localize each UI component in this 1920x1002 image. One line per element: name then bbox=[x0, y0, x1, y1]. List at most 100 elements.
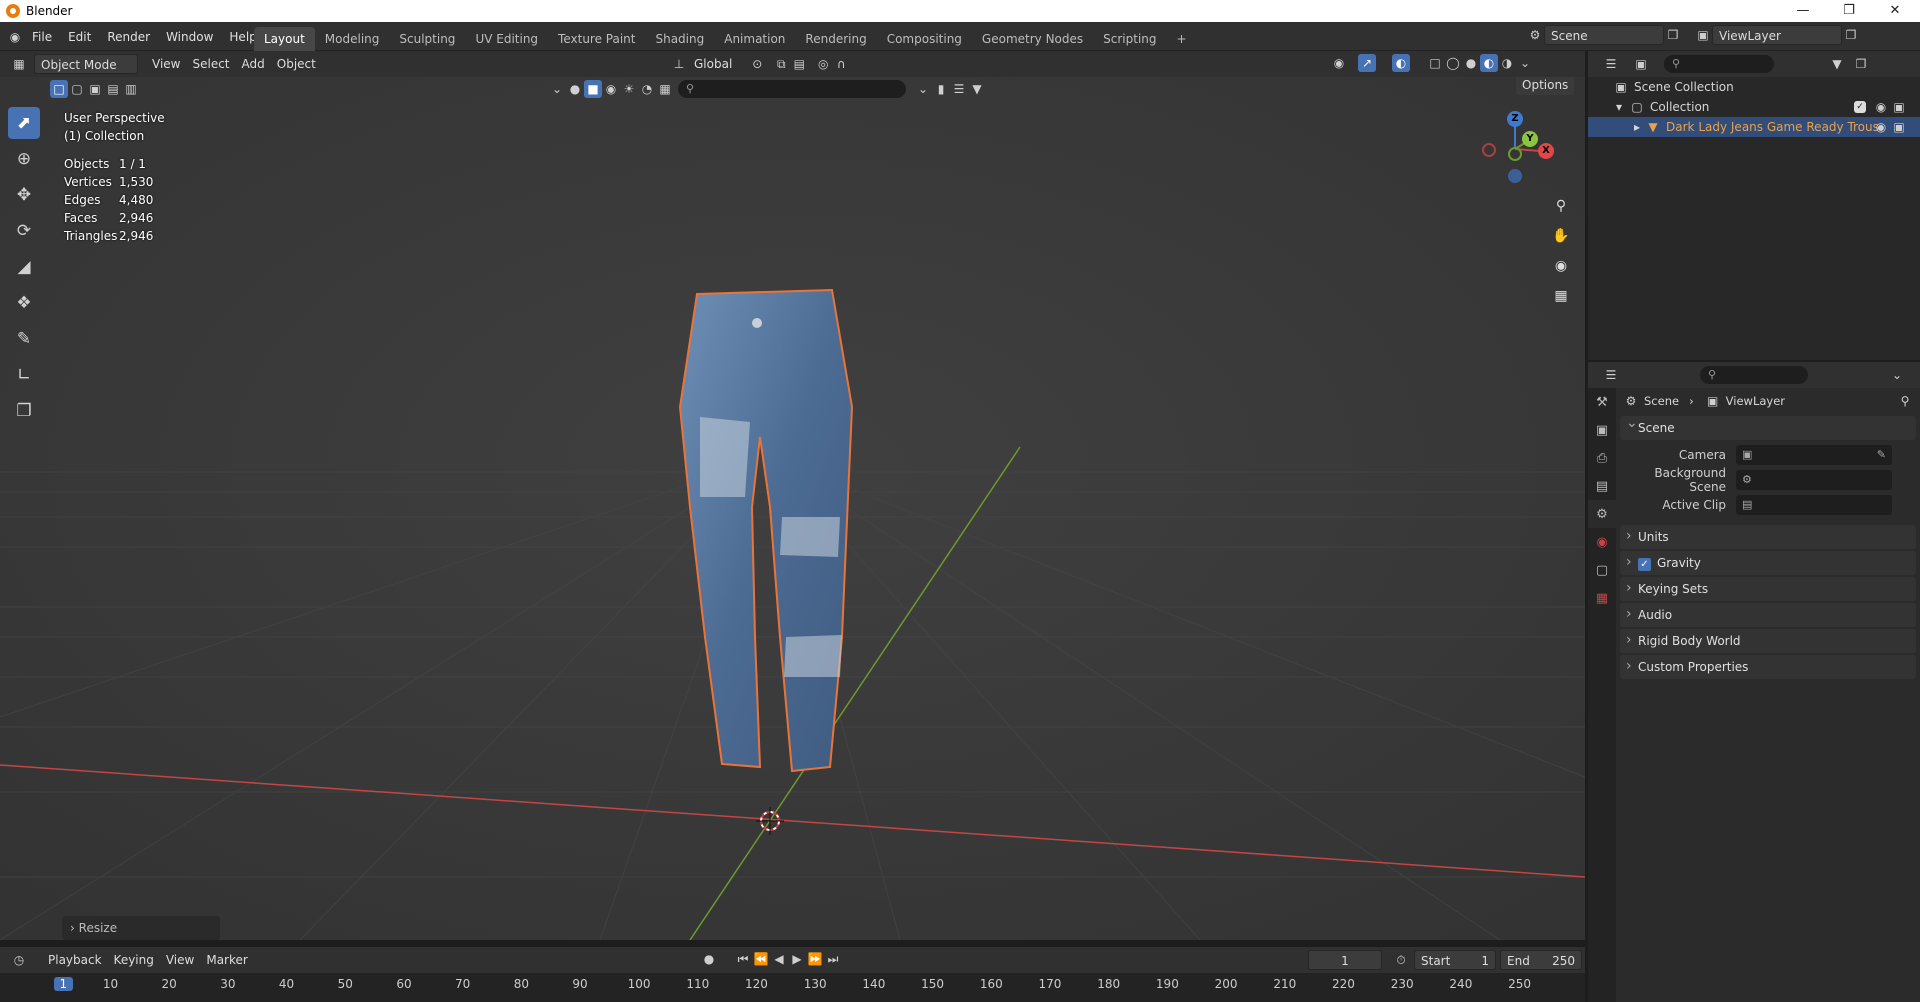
menu-timeline-view[interactable]: View bbox=[160, 950, 200, 970]
eye-icon[interactable]: ◉ bbox=[1872, 98, 1890, 116]
background-scene-field[interactable]: ⚙ bbox=[1736, 469, 1892, 490]
transform-orientation-selector[interactable]: Global bbox=[688, 54, 738, 74]
prev-keyframe-icon[interactable]: ⏪ bbox=[752, 950, 770, 968]
jump-start-icon[interactable]: ⏮ bbox=[734, 950, 752, 968]
3d-viewport[interactable]: □ ▢ ▣ ▤ ▥ ⌄ ● ■ ◉ ☀ ◔ ▦ ⚲ ⌄ ▮ ☰ ▼ Option… bbox=[0, 77, 1585, 940]
audio-panel-header[interactable]: Audio bbox=[1620, 602, 1916, 627]
tab-texture-paint[interactable]: Texture Paint bbox=[548, 27, 645, 51]
view-layer-selector[interactable]: ViewLayer bbox=[1712, 25, 1842, 45]
blender-menu-icon[interactable]: ◉ bbox=[6, 28, 24, 46]
output-tab-icon[interactable]: ⎙ bbox=[1588, 444, 1616, 472]
tab-compositing[interactable]: Compositing bbox=[877, 27, 972, 51]
select-invert-icon[interactable]: ▤ bbox=[104, 80, 122, 98]
scene-collection-row[interactable]: ▣ Scene Collection bbox=[1588, 77, 1920, 97]
render-camera-icon[interactable]: ▣ bbox=[1890, 118, 1908, 136]
viewport-search-input[interactable]: ⚲ bbox=[678, 80, 906, 98]
play-icon[interactable]: ▶ bbox=[788, 950, 806, 968]
pivot-icon[interactable]: ⊙ bbox=[748, 55, 766, 73]
tab-modeling[interactable]: Modeling bbox=[315, 27, 390, 51]
visibility-icon[interactable]: ◉ bbox=[1330, 54, 1348, 72]
menu-marker[interactable]: Marker bbox=[200, 950, 253, 970]
menu-file[interactable]: File bbox=[24, 25, 60, 49]
world-tab-icon[interactable]: ◉ bbox=[1588, 528, 1616, 556]
timeline-editor-icon[interactable]: ◷ bbox=[10, 951, 28, 969]
proportional-edit-icon[interactable]: ◎ bbox=[814, 55, 832, 73]
filter-dropdown-icon[interactable]: ⌄ bbox=[548, 80, 566, 98]
eye-icon[interactable]: ◉ bbox=[1872, 118, 1890, 136]
tab-sculpting[interactable]: Sculpting bbox=[389, 27, 465, 51]
start-frame-field[interactable]: Start 1 bbox=[1414, 950, 1496, 970]
minimize-button[interactable]: — bbox=[1780, 0, 1826, 22]
gizmo-toggle-icon[interactable]: ↗ bbox=[1358, 54, 1376, 72]
transform-tool-icon[interactable]: ❖ bbox=[8, 287, 40, 319]
mode-selector[interactable]: Object Mode bbox=[34, 54, 138, 74]
pin-icon[interactable]: ⚲ bbox=[1896, 392, 1914, 410]
scene-tab-icon[interactable]: ⚙ bbox=[1588, 500, 1616, 528]
tab-layout[interactable]: Layout bbox=[254, 27, 315, 51]
custom-properties-panel-header[interactable]: Custom Properties bbox=[1620, 654, 1916, 679]
select-new-icon[interactable]: □ bbox=[50, 80, 68, 98]
menu-playback[interactable]: Playback bbox=[42, 950, 108, 970]
properties-editor-icon[interactable]: ☰ bbox=[1602, 366, 1620, 384]
pan-hand-icon[interactable]: ✋ bbox=[1548, 223, 1574, 249]
exclude-checkbox[interactable]: ✓ bbox=[1854, 101, 1866, 113]
menu-render[interactable]: Render bbox=[99, 25, 158, 49]
object-row[interactable]: ▸ ▼ Dark Lady Jeans Game Ready Trous ◉ ▣ bbox=[1588, 117, 1920, 137]
scale-tool-icon[interactable]: ◢ bbox=[8, 251, 40, 283]
snap-target-icon[interactable]: ▤ bbox=[790, 55, 808, 73]
keying-sets-panel-header[interactable]: Keying Sets bbox=[1620, 576, 1916, 601]
rotate-tool-icon[interactable]: ⟳ bbox=[8, 215, 40, 247]
outliner-editor-icon[interactable]: ☰ bbox=[1602, 55, 1620, 73]
collection-row[interactable]: ▾ ▢ Collection ✓ ◉ ▣ bbox=[1588, 97, 1920, 117]
tab-animation[interactable]: Animation bbox=[714, 27, 795, 51]
menu-view[interactable]: View bbox=[146, 54, 186, 74]
current-frame-field[interactable]: 1 bbox=[1308, 950, 1382, 970]
object-type-texture-icon[interactable]: ▦ bbox=[656, 80, 674, 98]
rendered-shading-icon[interactable]: ◑ bbox=[1498, 54, 1516, 72]
select-box-tool-icon[interactable]: ⬈ bbox=[8, 107, 40, 139]
tab-geometry-nodes[interactable]: Geometry Nodes bbox=[972, 27, 1093, 51]
orientation-icon[interactable]: ⊥ bbox=[670, 55, 688, 73]
gizmo-neg-x-icon[interactable] bbox=[1482, 143, 1496, 157]
bookmark-icon[interactable]: ▮ bbox=[932, 80, 950, 98]
list-view-icon[interactable]: ☰ bbox=[950, 80, 968, 98]
object-type-sphere-icon[interactable]: ◉ bbox=[602, 80, 620, 98]
gizmo-neg-y-icon[interactable] bbox=[1508, 147, 1522, 161]
gravity-checkbox[interactable]: ✓ bbox=[1638, 558, 1651, 571]
new-view-layer-icon[interactable]: ❐ bbox=[1842, 26, 1860, 44]
select-extend-icon[interactable]: ▢ bbox=[68, 80, 86, 98]
properties-options-icon[interactable]: ⌄ bbox=[1888, 366, 1906, 384]
stopwatch-icon[interactable]: ⏱ bbox=[1392, 951, 1410, 969]
view-layer-tab-icon[interactable]: ▤ bbox=[1588, 472, 1616, 500]
menu-add[interactable]: Add bbox=[236, 54, 271, 74]
properties-search-input[interactable]: ⚲ bbox=[1700, 366, 1808, 384]
annotate-tool-icon[interactable]: ✎ bbox=[8, 323, 40, 355]
expand-arrow-icon[interactable]: ▾ bbox=[1616, 97, 1622, 117]
options-button[interactable]: Options bbox=[1516, 77, 1575, 95]
xray-icon[interactable]: □ bbox=[1426, 54, 1444, 72]
collection-tab-icon[interactable]: ▢ bbox=[1588, 556, 1616, 584]
scene-panel-header[interactable]: Scene bbox=[1620, 411, 1916, 440]
cursor-tool-icon[interactable]: ⊕ bbox=[8, 143, 40, 175]
object-type-material-icon[interactable]: ◔ bbox=[638, 80, 656, 98]
object-type-box-icon[interactable]: ■ bbox=[584, 80, 602, 98]
move-tool-icon[interactable]: ✥ bbox=[8, 179, 40, 211]
gizmo-x-icon[interactable]: X bbox=[1538, 143, 1554, 159]
editor-type-icon[interactable]: ▦ bbox=[10, 55, 28, 73]
rigid-body-world-panel-header[interactable]: Rigid Body World bbox=[1620, 628, 1916, 653]
end-frame-field[interactable]: End 250 bbox=[1500, 950, 1582, 970]
camera-view-icon[interactable]: ◉ bbox=[1548, 253, 1574, 279]
scene-selector[interactable]: Scene bbox=[1544, 25, 1664, 45]
menu-window[interactable]: Window bbox=[158, 25, 221, 49]
new-scene-icon[interactable]: ❐ bbox=[1664, 26, 1682, 44]
ortho-grid-icon[interactable]: ▦ bbox=[1548, 283, 1574, 309]
menu-object[interactable]: Object bbox=[271, 54, 322, 74]
funnel-filter-icon[interactable]: ▼ bbox=[968, 80, 986, 98]
expand-arrow-icon[interactable]: ▸ bbox=[1634, 117, 1640, 137]
gizmo-neg-z-icon[interactable] bbox=[1508, 169, 1522, 183]
tab-scripting[interactable]: Scripting bbox=[1093, 27, 1166, 51]
tab-uv-editing[interactable]: UV Editing bbox=[465, 27, 548, 51]
tool-tab-icon[interactable]: ⚒ bbox=[1588, 388, 1616, 416]
navigation-gizmo[interactable]: Z Y X bbox=[1480, 107, 1554, 183]
timeline-ruler[interactable]: 1 10 20 30 40 50 60 70 80 90 100 110 120 130 140 150 160… bbox=[0, 973, 1585, 1002]
